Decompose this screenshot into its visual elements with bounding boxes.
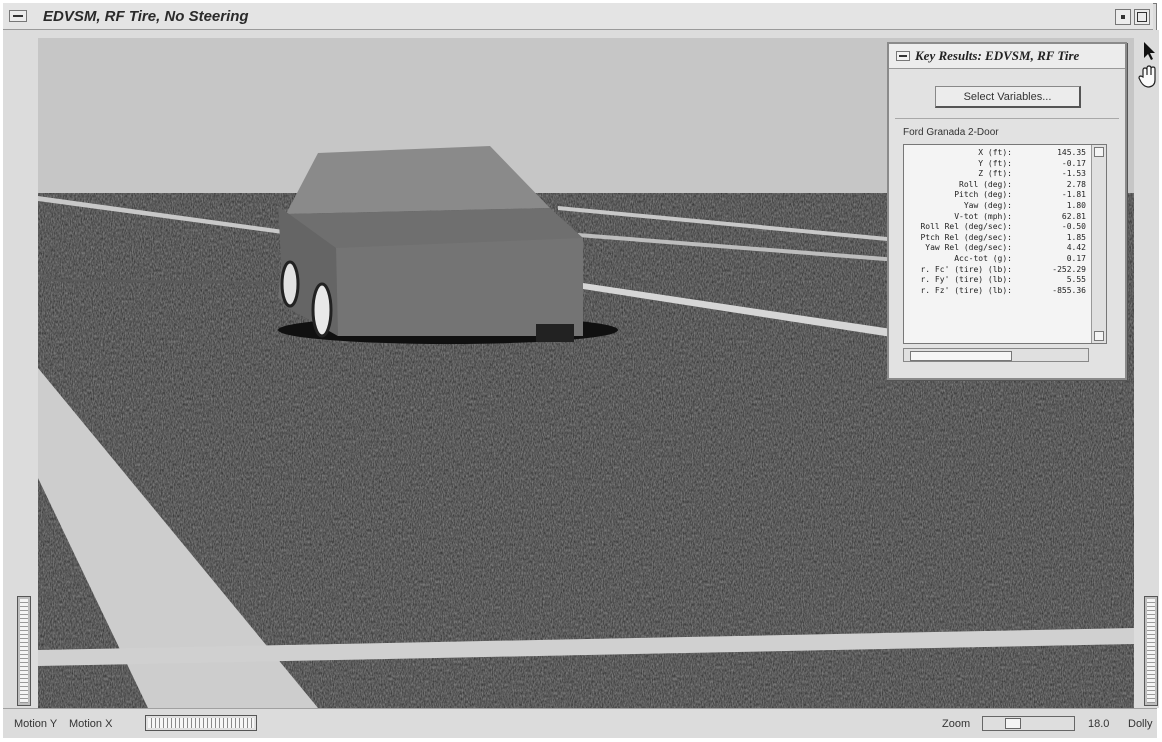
results-rows: X (ft): 145.35 Y (ft): -0.17 Z (ft): -1.53 Rol… <box>906 148 1090 296</box>
result-row: X (ft): 145.35 <box>906 148 1090 159</box>
window-title: EDVSM, RF Tire, No Steering <box>43 8 249 25</box>
result-value: -855.36 <box>1052 285 1086 295</box>
motion-y-label: Motion Y <box>14 718 58 730</box>
panel-menu-icon[interactable] <box>896 51 910 61</box>
wheel-rear <box>311 282 333 338</box>
result-row: r. Fc' (tire) (lb): -252.29 <box>906 265 1090 276</box>
divider <box>895 118 1119 119</box>
result-value: 62.81 <box>1061 211 1086 221</box>
result-row: Yaw (deg): 1.80 <box>906 201 1090 212</box>
result-row: Ptch Rel (deg/sec): 1.85 <box>906 233 1090 244</box>
result-value: 145.35 <box>1057 148 1086 157</box>
motion-x-label: Motion X <box>69 718 113 730</box>
minimize-button[interactable] <box>1115 9 1131 25</box>
zoom-slider[interactable] <box>982 716 1075 731</box>
result-label: Y (ft): <box>978 158 1012 168</box>
hand-icon[interactable] <box>1137 64 1159 90</box>
result-value: -1.81 <box>1061 190 1086 200</box>
result-row: Roll (deg): 2.78 <box>906 180 1090 191</box>
result-label: Z (ft): <box>978 169 1012 179</box>
result-label: Acc-tot (g): <box>954 253 1012 263</box>
result-value: -252.29 <box>1052 264 1086 274</box>
result-label: V-tot (mph): <box>954 211 1012 221</box>
scroll-down-icon[interactable] <box>1094 331 1104 341</box>
result-label: Pitch (deg): <box>954 190 1012 200</box>
results-horizontal-scrollbar[interactable] <box>903 348 1089 362</box>
result-row: r. Fz' (tire) (lb): -855.36 <box>906 286 1090 297</box>
dolly-label: Dolly <box>1128 718 1153 730</box>
result-value: 0.17 <box>1066 253 1086 263</box>
panel-title: Key Results: EDVSM, RF Tire <box>915 48 1080 63</box>
maximize-button[interactable] <box>1134 9 1150 25</box>
result-value: 2.78 <box>1066 179 1086 189</box>
result-row: Z (ft): -1.53 <box>906 169 1090 180</box>
result-row: Yaw Rel (deg/sec): 4.42 <box>906 243 1090 254</box>
window-menu-icon[interactable] <box>9 10 27 22</box>
result-row: Y (ft): -0.17 <box>906 159 1090 170</box>
vehicle-label: Ford Granada 2-Door <box>903 127 999 138</box>
result-value: 1.85 <box>1066 232 1086 242</box>
result-value: 1.80 <box>1066 200 1086 210</box>
result-label: r. Fz' (tire) (lb): <box>920 285 1012 295</box>
car-rear-panel <box>336 238 583 336</box>
panel-title-bar: Key Results: EDVSM, RF Tire <box>889 44 1125 69</box>
dolly-slider[interactable] <box>1144 596 1158 706</box>
result-row: Roll Rel (deg/sec): -0.50 <box>906 222 1090 233</box>
result-value: -1.53 <box>1061 169 1086 179</box>
result-label: Yaw Rel (deg/sec): <box>925 243 1012 253</box>
title-bar: EDVSM, RF Tire, No Steering <box>3 3 1153 30</box>
result-label: Yaw (deg): <box>963 200 1012 210</box>
result-value: -0.50 <box>1061 222 1086 232</box>
results-list[interactable]: X (ft): 145.35 Y (ft): -0.17 Z (ft): -1.53 Rol… <box>903 144 1107 344</box>
result-label: Roll Rel (deg/sec): <box>920 222 1012 232</box>
result-label: Ptch Rel (deg/sec): <box>920 232 1012 242</box>
motion-y-slider[interactable] <box>17 596 31 706</box>
car-bumper <box>536 324 574 342</box>
result-label: r. Fy' (tire) (lb): <box>920 275 1012 285</box>
result-label: r. Fc' (tire) (lb): <box>920 264 1012 274</box>
wheel-front <box>280 260 300 308</box>
result-row: r. Fy' (tire) (lb): 5.55 <box>906 275 1090 286</box>
result-value: -0.17 <box>1061 158 1086 168</box>
scroll-up-icon[interactable] <box>1094 147 1104 157</box>
result-label: X (ft): <box>978 148 1012 157</box>
result-row: Pitch (deg): -1.81 <box>906 190 1090 201</box>
select-variables-button[interactable]: Select Variables... <box>935 86 1081 108</box>
zoom-value: 18.0 <box>1088 718 1110 730</box>
results-vertical-scrollbar[interactable] <box>1091 145 1106 343</box>
result-value: 4.42 <box>1066 243 1086 253</box>
arrow-pointer-icon[interactable] <box>1139 40 1159 62</box>
result-label: Roll (deg): <box>959 179 1012 189</box>
scroll-thumb[interactable] <box>910 351 1012 361</box>
result-row: Acc-tot (g): 0.17 <box>906 254 1090 265</box>
motion-x-slider[interactable] <box>145 715 257 731</box>
zoom-slider-thumb[interactable] <box>1005 718 1021 729</box>
zoom-label: Zoom <box>942 718 971 730</box>
status-bar: Motion Y Motion X Zoom 18.0 Dolly <box>3 708 1157 738</box>
key-results-panel: Key Results: EDVSM, RF Tire Select Varia… <box>887 42 1127 380</box>
result-row: V-tot (mph): 62.81 <box>906 212 1090 223</box>
result-value: 5.55 <box>1066 275 1086 285</box>
